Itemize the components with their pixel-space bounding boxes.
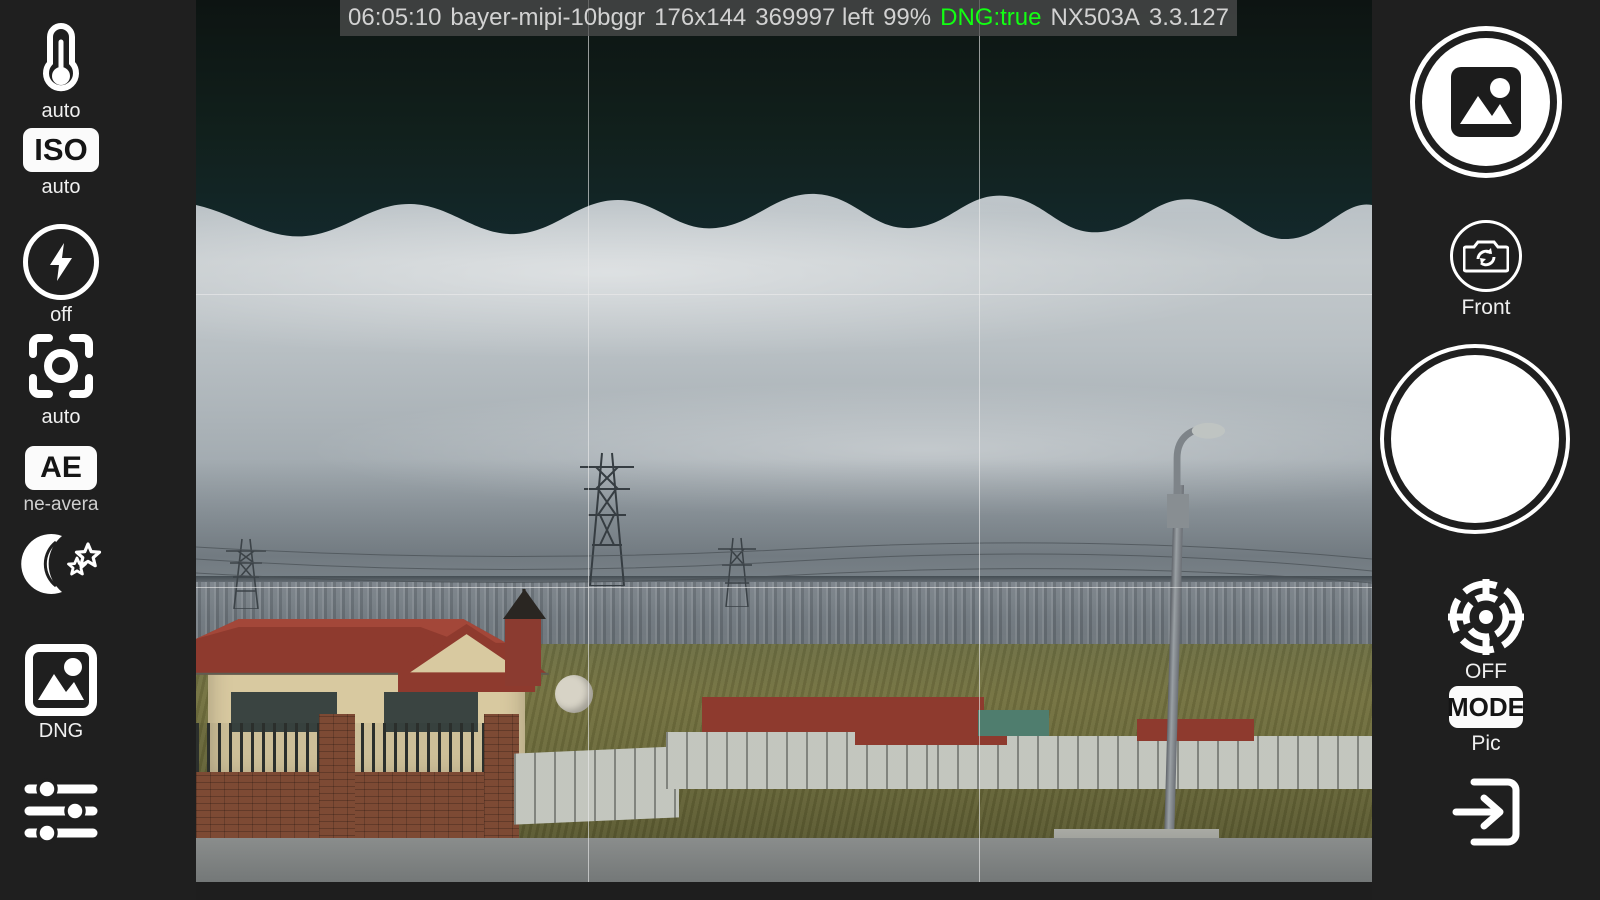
mode-control[interactable]: MODE Pic <box>1372 686 1600 756</box>
precast-fence <box>513 746 679 824</box>
chimney-cap <box>502 589 546 620</box>
status-timestamp: 06:05:10 <box>348 4 442 31</box>
camera-flip-icon <box>1450 220 1522 292</box>
status-format: bayer-mipi-10bggr <box>450 4 646 31</box>
metal-railing <box>196 723 514 777</box>
exit-arrow-icon <box>1372 776 1600 848</box>
flash-label: off <box>50 304 72 326</box>
image-icon <box>1422 38 1550 166</box>
focus-control[interactable]: auto <box>0 330 122 428</box>
gallery-button[interactable] <box>1410 26 1562 178</box>
mode-badge-icon: MODE <box>1372 686 1600 728</box>
metering-label: ne-avera <box>23 494 99 515</box>
flash-icon <box>0 224 122 300</box>
exit-control[interactable] <box>1372 776 1600 852</box>
settings-control[interactable] <box>0 775 122 851</box>
power-lines <box>196 542 1372 584</box>
flash-control[interactable]: off <box>0 224 122 326</box>
iso-label: auto <box>41 176 81 198</box>
night-mode-control[interactable] <box>0 528 122 604</box>
camera-switch-control[interactable]: Front <box>1372 220 1600 320</box>
target-crosshair-icon <box>1372 578 1600 656</box>
status-device: NX503A <box>1050 4 1140 31</box>
preview-scene <box>196 0 1372 882</box>
status-battery: 99% <box>883 4 932 31</box>
timer-control[interactable]: OFF <box>1372 578 1600 684</box>
metering-control[interactable]: AE ne-avera <box>0 446 122 516</box>
road <box>196 837 1372 882</box>
camera-preview[interactable] <box>196 0 1372 882</box>
satellite-dish <box>554 674 593 713</box>
moon-stars-icon <box>0 528 122 600</box>
shutter-button[interactable] <box>1379 344 1570 534</box>
ae-badge-text: AE <box>25 446 97 490</box>
mode-label: Pic <box>1471 732 1501 755</box>
status-version: 3.3.127 <box>1148 4 1229 31</box>
shutter-icon <box>1390 355 1559 523</box>
thermometer-icon <box>0 20 122 96</box>
iso-badge-text: ISO <box>23 128 99 172</box>
mode-badge-text: MODE <box>1447 686 1525 728</box>
wb-label: auto <box>41 100 81 122</box>
ae-badge-icon: AE <box>0 446 122 490</box>
image-icon <box>0 644 122 716</box>
image-format-control[interactable]: DNG <box>0 644 122 742</box>
status-frames-left: 369997 left <box>755 4 875 31</box>
camera-switch-label: Front <box>1461 296 1511 319</box>
left-control-sidebar: auto ISO auto off auto AE ne-avera DNG <box>0 0 196 900</box>
iso-badge-icon: ISO <box>0 128 122 172</box>
sliders-icon <box>0 775 122 847</box>
timer-label: OFF <box>1465 660 1507 683</box>
status-resolution: 176x144 <box>654 4 747 31</box>
focus-brackets-icon <box>0 330 122 402</box>
right-control-sidebar: Front OFF MODE Pic <box>1372 0 1600 900</box>
camera-app: 06:05:10 bayer-mipi-10bggr 176x144 36999… <box>0 0 1600 900</box>
neighbour-roof-teal <box>978 710 1049 737</box>
street-lamp-box <box>1167 493 1190 528</box>
status-dng: DNG:true <box>940 4 1042 31</box>
iso-control[interactable]: ISO auto <box>0 128 122 198</box>
focus-label: auto <box>41 406 81 428</box>
wb-control[interactable]: auto <box>0 20 122 122</box>
status-bar: 06:05:10 bayer-mipi-10bggr 176x144 36999… <box>340 0 1237 36</box>
image-format-label: DNG <box>38 720 84 742</box>
neighbour-roof <box>1136 718 1255 741</box>
awning-shape <box>196 0 1372 240</box>
chimney <box>505 615 541 687</box>
